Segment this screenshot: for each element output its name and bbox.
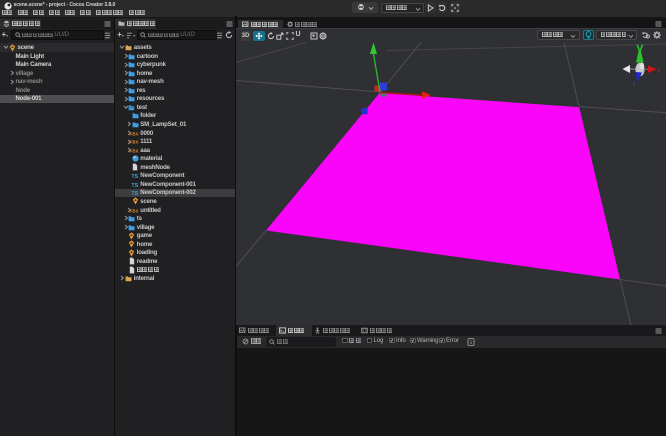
svg-text:FBX: FBX <box>130 148 139 153</box>
svg-text:TS: TS <box>132 183 139 188</box>
svg-text:FBX: FBX <box>130 208 139 213</box>
svg-text:FBX: FBX <box>130 131 139 136</box>
svg-text:x: x <box>658 67 661 73</box>
svg-text:TS: TS <box>132 174 139 179</box>
svg-text:z: z <box>633 81 636 87</box>
svg-text:FBX: FBX <box>130 140 139 145</box>
svg-text:TS: TS <box>132 191 139 196</box>
